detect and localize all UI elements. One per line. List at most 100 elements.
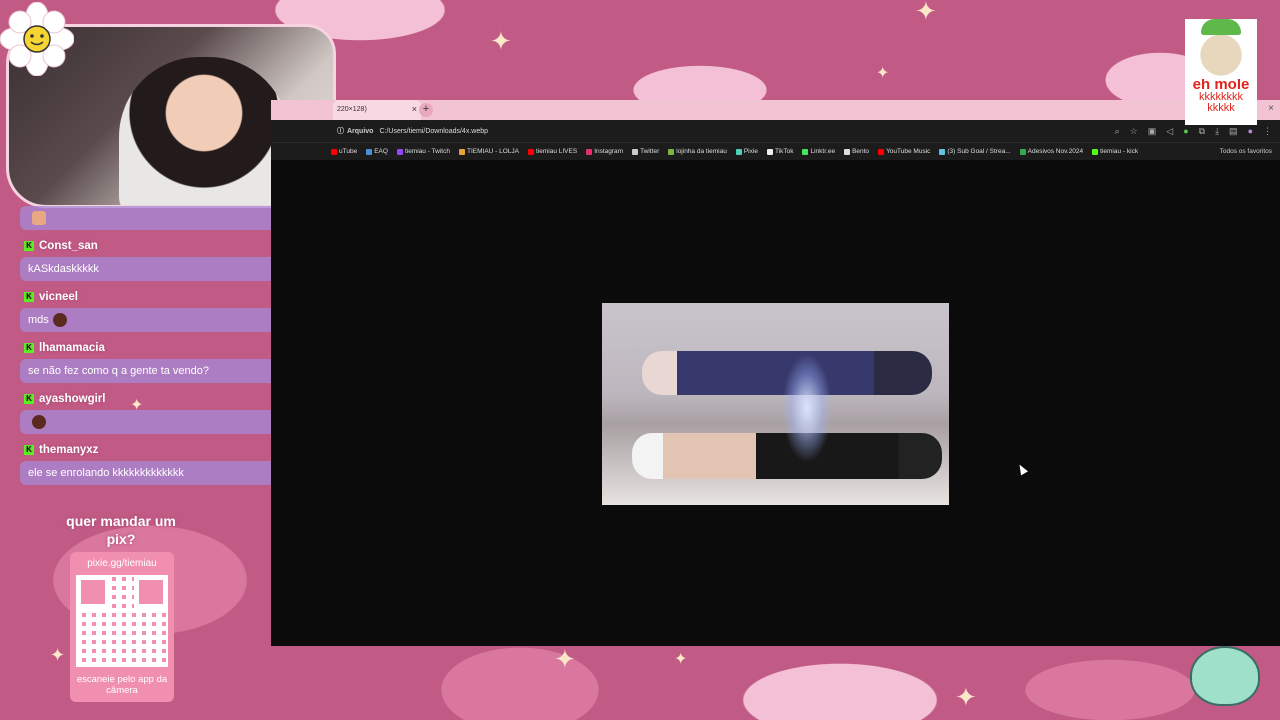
chat-message: se não fez como q a gente ta vendo? [20,359,291,383]
bookmark-item[interactable]: lojinha da tiemiau [668,148,727,155]
bookmark-favicon-icon [1019,148,1026,155]
bookmark-item[interactable]: Linktr.ee [802,148,835,155]
bookmark-favicon-icon [366,148,373,155]
new-tab-button[interactable]: + [419,103,433,117]
bookmark-item[interactable]: EAQ [366,148,388,155]
pix-card: pixie.gg/tiemiau escaneie pelo app da câ… [70,552,174,702]
chat-username[interactable]: Kayashowgirl [20,388,291,410]
bookmark-favicon-icon [396,148,403,155]
star-decoration: ✦ [876,65,890,82]
url-label: Arquivo [347,127,374,135]
profile-icon[interactable]: ● [1248,126,1253,137]
zoom-icon[interactable]: ⌕ [1115,126,1120,137]
bookmark-favicon-icon [735,148,742,155]
frog-hat-icon [1201,19,1241,35]
username-text: vicneel [39,291,78,303]
mute-icon[interactable]: ◁ [1166,126,1173,137]
mouse-cursor-icon [1016,462,1028,476]
bookmark-label: TikTok [774,148,794,155]
bookmark-label: lojinha da tiemiau [676,148,727,155]
bookmark-item[interactable]: Instagram [586,148,623,155]
bookmark-item[interactable]: uTube [331,148,357,155]
pix-title: quer mandar um pix? [66,513,176,548]
bookmark-item[interactable]: TIEMIAU - LOLJA [458,148,519,155]
bookmark-label: tiemiau - Twitch [404,148,450,155]
tab-title: 220×128) [337,106,367,113]
puzzle-icon[interactable]: ⧉ [1199,126,1205,137]
qr-code [76,575,168,667]
meme-text-line3: kkkkk [1207,102,1235,114]
address-bar[interactable]: ⓘ Arquivo C:/Users/tiemi/Downloads/4x.we… [271,120,1280,142]
bookmark-label: (3) Sub Goal / Strea... [947,148,1011,155]
window-close-icon[interactable]: × [1268,103,1274,114]
bookmark-favicon-icon [802,148,809,155]
toolbar-icons: ⌕ ☆ ▣ ◁ ● ⧉ ⤓ ▤ ● ⋮ [1115,126,1280,137]
bookmark-item[interactable]: tiemiau LIVES [528,148,577,155]
bookmark-item[interactable]: (3) Sub Goal / Strea... [939,148,1011,155]
bookmark-label: Adesivos Nov.2024 [1027,148,1084,155]
streamer-image [119,57,289,205]
browser-window: 220×128) × + × ⓘ Arquivo C:/Users/tiemi/… [271,100,1280,646]
emote-icon [32,211,46,225]
chat-message [20,206,291,230]
browser-tab[interactable]: 220×128) × [333,100,421,120]
url-text[interactable]: C:/Users/tiemi/Downloads/4x.webp [379,128,488,135]
menu-icon[interactable]: ⋮ [1263,126,1272,137]
bookmarks-bar: uTube EAQ tiemiau - Twitch TIEMIAU - LOLJA t… [271,142,1280,160]
site-info-button[interactable]: ⓘ Arquivo [337,126,373,136]
star-decoration: ✦ [554,644,576,674]
bookmark-item[interactable]: tiemiau - Twitch [396,148,450,155]
username-text: Const_san [39,240,98,252]
tab-bar: 220×128) × + × [271,100,1280,120]
bookmark-label: tiemiau - kick [1100,148,1139,155]
chat-message: kASkdaskkkkk [20,257,291,281]
bookmark-label: YouTube Music [886,148,931,155]
bookmark-label: Pixie [743,148,758,155]
bookmark-label: EAQ [374,148,388,155]
bookmark-item[interactable]: Pixie [735,148,758,155]
star-decoration: ✦ [674,651,688,668]
message-text: mds [28,314,49,326]
tab-close-icon[interactable]: × [412,104,417,114]
kick-badge-icon: K [24,241,34,251]
bookmark-label: Instagram [594,148,624,155]
image-glow [782,353,832,463]
download-icon[interactable]: ⤓ [1215,126,1219,137]
emote-icon [52,313,67,327]
pix-note: escaneie pelo app da câmera [76,674,168,696]
bookmark-label: Bento [852,148,870,155]
bookmark-item[interactable]: Bento [844,148,869,155]
bookmark-item[interactable]: Twitter [632,148,659,155]
all-bookmarks-button[interactable]: Todos os favoritos [1220,148,1280,155]
bookmark-item[interactable]: YouTube Music [878,148,930,155]
bookmark-label: tiemiau LIVES [536,148,578,155]
emote-icon [32,415,46,429]
bookmark-label: Linktr.ee [810,148,836,155]
star-decoration: ✦ [490,26,512,56]
bookmark-item[interactable]: TikTok [766,148,794,155]
star-icon[interactable]: ☆ [1130,126,1138,137]
bookmark-favicon-icon [766,148,773,155]
message-text: se não fez como q a gente ta vendo? [28,365,210,377]
meme-image: eh mole kkkkkkkk kkkkk [1185,19,1257,125]
image-viewer [602,303,949,505]
message-text: kASkdaskkkkk [28,263,99,275]
chat-username[interactable]: Kvicneel [20,286,291,308]
bookmark-label: TIEMIAU - LOLJA [466,148,519,155]
sidebar-icon[interactable]: ▤ [1229,126,1238,137]
chat-message: mds [20,308,291,332]
chat-username[interactable]: Klhamamacia [20,337,291,359]
bookmark-favicon-icon [1092,148,1099,155]
kick-badge-icon: K [24,292,34,302]
extension-icon[interactable]: ▣ [1148,126,1157,137]
bookmark-item[interactable]: tiemiau - kick [1092,148,1138,155]
bookmark-favicon-icon [528,148,534,155]
bookmark-favicon-icon [878,148,885,155]
bookmark-label: uTube [339,148,358,155]
bookmark-favicon-icon [458,148,465,155]
chat-username[interactable]: K Const_san [20,235,291,257]
bookmark-item[interactable]: Adesivos Nov.2024 [1019,148,1084,155]
chat-message [20,410,291,434]
chat-username[interactable]: Kthemanyxz [20,439,291,461]
status-icon[interactable]: ● [1183,126,1188,137]
